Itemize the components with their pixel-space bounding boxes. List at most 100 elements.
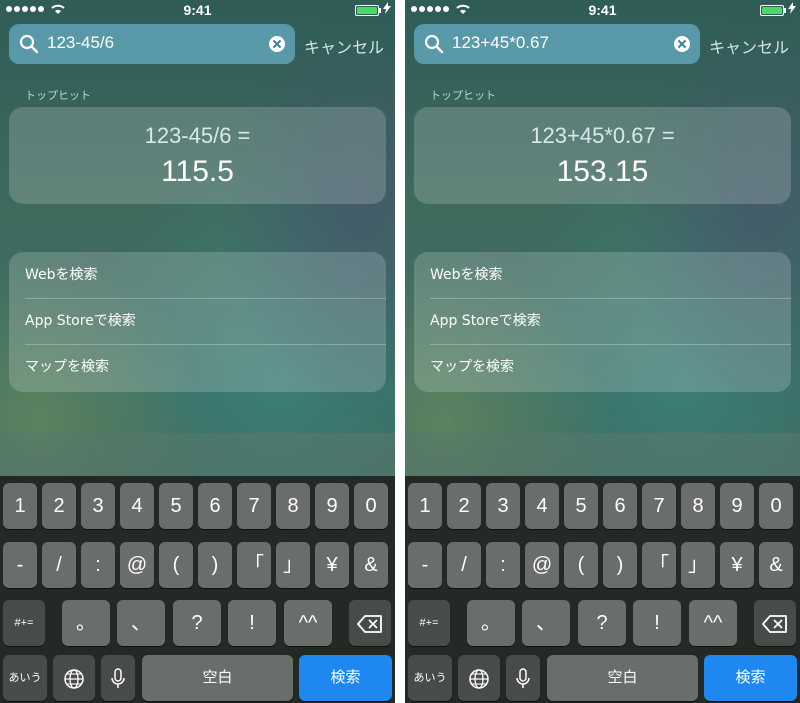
status-time: 9:41 (183, 2, 212, 18)
key[interactable]: ! (633, 600, 681, 646)
calculator-result-card[interactable]: 123+45*0.67 = 153.15 (414, 107, 791, 204)
key[interactable]: / (447, 542, 481, 588)
key[interactable]: 1 (3, 483, 37, 529)
key[interactable]: - (3, 542, 37, 588)
key[interactable]: 2 (42, 483, 76, 529)
key[interactable]: : (486, 542, 520, 588)
key[interactable]: ? (578, 600, 626, 646)
status-bar: 9:41 (0, 0, 395, 20)
top-hit-label: トップヒット (25, 89, 91, 102)
key[interactable]: 9 (720, 483, 754, 529)
calc-expression: 123+45*0.67 = (530, 123, 675, 148)
key[interactable]: 」 (681, 542, 715, 588)
calc-expression: 123-45/6 = (144, 123, 251, 148)
key[interactable]: 6 (198, 483, 232, 529)
globe-icon (469, 668, 489, 689)
key[interactable]: 、 (117, 600, 165, 646)
key[interactable]: 「 (642, 542, 676, 588)
key[interactable]: 3 (486, 483, 520, 529)
search-icon (424, 34, 444, 54)
key[interactable]: 9 (315, 483, 349, 529)
search-web-button[interactable]: Webを検索 (414, 252, 791, 298)
search-actions-list: Webを検索 App Storeで検索 マップを検索 (9, 252, 386, 392)
key[interactable]: ! (228, 600, 276, 646)
search-maps-button[interactable]: マップを検索 (414, 344, 791, 390)
delete-icon (762, 614, 787, 633)
key[interactable]: 、 (522, 600, 570, 646)
key[interactable]: / (42, 542, 76, 588)
search-app-store-button[interactable]: App Storeで検索 (9, 298, 386, 344)
key[interactable]: 0 (354, 483, 388, 529)
dictation-key[interactable] (506, 655, 540, 701)
key[interactable]: ) (198, 542, 232, 588)
key[interactable]: 6 (603, 483, 637, 529)
key[interactable]: 。 (62, 600, 110, 646)
key[interactable]: 5 (159, 483, 193, 529)
key[interactable]: 5 (564, 483, 598, 529)
search-query-text[interactable]: 123+45*0.67 (452, 33, 549, 53)
key[interactable]: 3 (81, 483, 115, 529)
key[interactable]: ( (159, 542, 193, 588)
key[interactable]: @ (525, 542, 559, 588)
symbols-mode-key[interactable]: #+= (408, 600, 450, 646)
key[interactable]: ^^ (284, 600, 332, 646)
search-key[interactable]: 検索 (299, 655, 392, 701)
key[interactable]: ( (564, 542, 598, 588)
search-key[interactable]: 検索 (704, 655, 797, 701)
key[interactable]: @ (120, 542, 154, 588)
delete-key[interactable] (754, 600, 796, 646)
key[interactable]: 1 (408, 483, 442, 529)
delete-key[interactable] (349, 600, 391, 646)
key[interactable]: & (759, 542, 793, 588)
dictation-key[interactable] (101, 655, 135, 701)
language-key[interactable]: あいう (3, 655, 47, 701)
calc-result: 115.5 (161, 155, 234, 188)
key[interactable]: 。 (467, 600, 515, 646)
key[interactable]: 7 (237, 483, 271, 529)
keyboard-suggestion-bar (0, 433, 395, 476)
space-key[interactable]: 空白 (142, 655, 293, 701)
search-app-store-button[interactable]: App Storeで検索 (414, 298, 791, 344)
search-icon (19, 34, 39, 54)
clear-icon[interactable] (674, 36, 690, 52)
language-key[interactable]: あいう (408, 655, 452, 701)
search-query-text[interactable]: 123-45/6 (47, 33, 114, 53)
keyboard: 1 2 3 4 5 6 7 8 9 0 - / : @ ( ) 「 」 ¥ & … (405, 476, 800, 703)
search-maps-button[interactable]: マップを検索 (9, 344, 386, 390)
key[interactable]: ¥ (315, 542, 349, 588)
cancel-button[interactable]: キャンセル (709, 34, 789, 58)
phone-screen-right: 9:41 123+45*0.67 キャンセル トップヒット 123+45*0.6… (405, 0, 800, 703)
key[interactable]: 7 (642, 483, 676, 529)
key[interactable]: 「 (237, 542, 271, 588)
search-web-button[interactable]: Webを検索 (9, 252, 386, 298)
key[interactable]: - (408, 542, 442, 588)
key[interactable]: ^^ (689, 600, 737, 646)
key[interactable]: 」 (276, 542, 310, 588)
calculator-result-card[interactable]: 123-45/6 = 115.5 (9, 107, 386, 204)
key[interactable]: 4 (525, 483, 559, 529)
key[interactable]: & (354, 542, 388, 588)
key[interactable]: 0 (759, 483, 793, 529)
microphone-icon (111, 667, 125, 688)
key[interactable]: : (81, 542, 115, 588)
status-time: 9:41 (588, 2, 617, 18)
search-field[interactable]: 123+45*0.67 (414, 24, 700, 64)
key[interactable]: 8 (276, 483, 310, 529)
key[interactable]: 8 (681, 483, 715, 529)
key[interactable]: ¥ (720, 542, 754, 588)
globe-key[interactable] (53, 655, 95, 701)
key[interactable]: 4 (120, 483, 154, 529)
globe-key[interactable] (458, 655, 500, 701)
clear-icon[interactable] (269, 36, 285, 52)
cancel-button[interactable]: キャンセル (304, 34, 384, 58)
key[interactable]: 2 (447, 483, 481, 529)
battery-icon (355, 5, 381, 16)
search-field[interactable]: 123-45/6 (9, 24, 295, 64)
key[interactable]: ) (603, 542, 637, 588)
microphone-icon (516, 667, 530, 688)
key[interactable]: ? (173, 600, 221, 646)
charging-icon (788, 2, 796, 14)
symbols-mode-key[interactable]: #+= (3, 600, 45, 646)
delete-icon (357, 614, 382, 633)
space-key[interactable]: 空白 (547, 655, 698, 701)
